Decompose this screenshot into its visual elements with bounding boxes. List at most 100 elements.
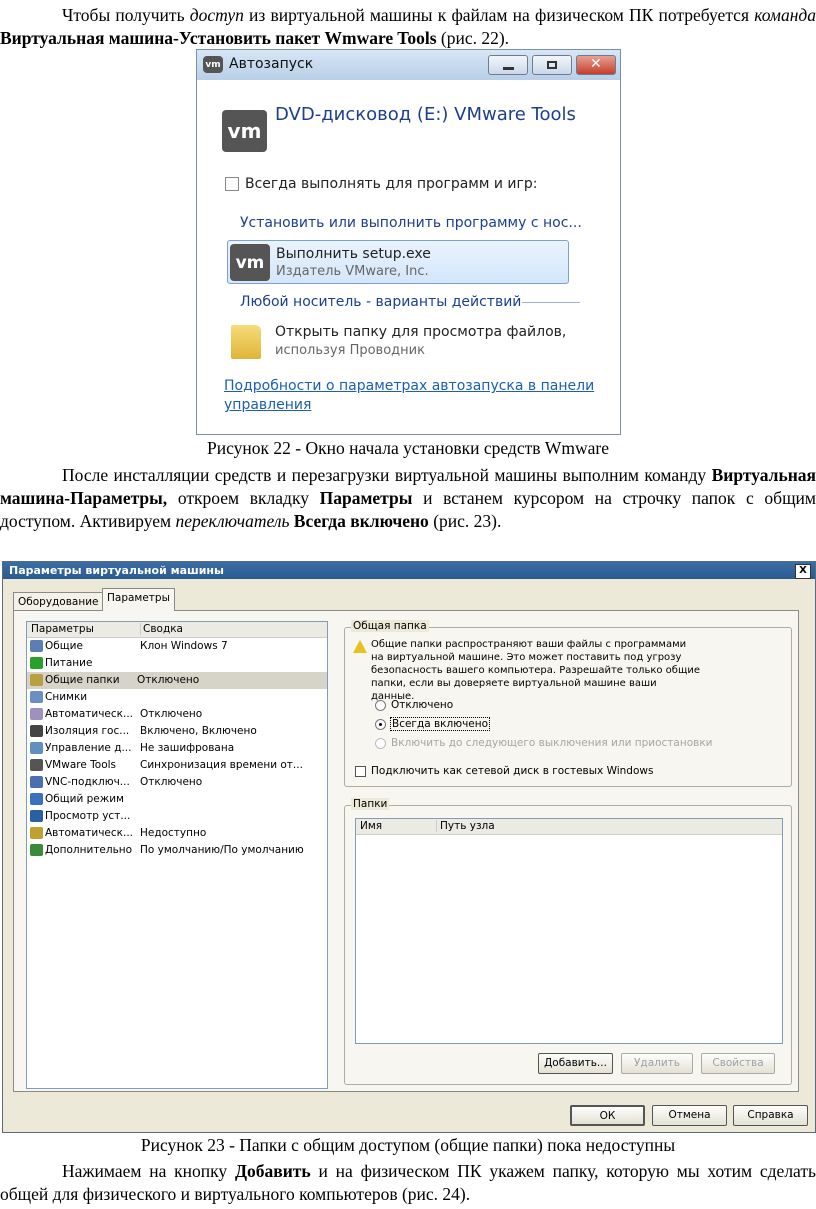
list-item[interactable]: Общие Клон Windows 7 <box>30 638 228 655</box>
row-icon <box>30 708 43 720</box>
intro-paragraph: Чтобы получить доступ из виртуальной маш… <box>0 4 816 50</box>
text-italic: команда <box>754 5 816 25</box>
details-link-line1: Подробности о параметрах автозапуска в п… <box>224 378 595 394</box>
row-summary: Клон Windows 7 <box>140 640 228 652</box>
list-header-params: Параметры <box>31 623 94 635</box>
row-icon <box>30 827 43 839</box>
row-summary: Не зашифрована <box>140 742 235 754</box>
figure-22-caption: Рисунок 22 - Окно начала установки средс… <box>206 438 610 458</box>
list-item[interactable]: Общий режим <box>30 791 124 808</box>
help-button[interactable]: Справка <box>733 1105 808 1126</box>
radio-until-poweroff <box>375 738 386 749</box>
row-summary: Недоступно <box>140 827 207 839</box>
row-name: Общие папки <box>45 674 120 686</box>
row-icon <box>30 776 43 788</box>
close-icon: X <box>799 565 807 576</box>
vmware-icon: vm <box>203 56 223 73</box>
text-run: После инсталляции средств и перезагрузки… <box>62 465 712 485</box>
row-name: Управление д... <box>45 742 132 754</box>
text-run: из виртуальной машины к файлам на физиче… <box>243 5 755 25</box>
row-name: VNC-подключ... <box>45 776 130 788</box>
list-item[interactable]: Изоляция гос... Включено, Включено <box>30 723 257 740</box>
list-header: Параметры Сводка <box>27 622 327 638</box>
options-tab-panel: Параметры Сводка Общие Клон Windows 7 Пита… <box>13 610 799 1092</box>
list-item[interactable]: Дополнительно По умолчанию/По умолчанию <box>30 842 304 859</box>
close-button[interactable]: ✕ <box>576 55 616 75</box>
folders-header-path: Путь узла <box>436 820 495 832</box>
row-icon <box>30 725 43 737</box>
folder-icon <box>231 325 261 359</box>
list-item[interactable]: Питание <box>30 655 92 672</box>
row-name: Просмотр уст... <box>45 810 131 822</box>
vmware-setup-icon: vm <box>230 244 270 281</box>
row-icon <box>30 844 43 856</box>
text-bold: Добавить <box>234 1161 311 1181</box>
row-icon <box>30 810 43 822</box>
ok-button[interactable]: ОК <box>570 1105 645 1126</box>
row-name: Общий режим <box>45 793 124 805</box>
folders-list[interactable]: Имя Путь узла <box>355 818 783 1044</box>
tab-options[interactable]: Параметры <box>102 588 175 611</box>
run-setup-publisher: Издатель VMware, Inc. <box>276 264 429 279</box>
radio-always-enabled[interactable] <box>375 719 386 730</box>
autoplay-title: Автозапуск <box>229 56 314 72</box>
any-media-header: Любой носитель - варианты действий <box>240 294 522 310</box>
run-setup-title: Выполнить setup.exe <box>276 246 431 262</box>
row-name: VMware Tools <box>45 759 117 771</box>
list-item[interactable]: Автоматическ... Недоступно <box>30 825 206 842</box>
dialog-close-button[interactable]: X <box>795 564 811 579</box>
shared-folder-group-label: Общая папка <box>351 620 429 632</box>
run-setup-option[interactable]: vm Выполнить setup.exe Издатель VMware, … <box>227 240 569 284</box>
open-folder-title: Открыть папку для просмотра файлов, <box>275 324 567 340</box>
maximize-button[interactable] <box>532 55 572 75</box>
install-section-header: Установить или выполнить программу с нос… <box>240 215 582 231</box>
row-icon <box>30 742 43 754</box>
vm-settings-dialog: Параметры виртуальной машины X Оборудова… <box>2 561 816 1133</box>
list-item[interactable]: Общие папки Отключено <box>27 672 327 689</box>
figure-23-caption: Рисунок 23 - Папки с общим доступом (общ… <box>140 1135 676 1155</box>
text-bold: Всегда включено <box>293 511 429 531</box>
text-bold: Параметры <box>319 488 413 508</box>
map-network-drive-checkbox[interactable] <box>355 766 366 777</box>
list-item[interactable]: Снимки <box>30 689 87 706</box>
autoplay-details-link[interactable]: Подробности о параметрах автозапуска в п… <box>224 378 604 413</box>
warning-icon <box>353 640 367 653</box>
section-divider <box>522 302 580 303</box>
list-item[interactable]: Просмотр уст... <box>30 808 130 825</box>
folders-header-name: Имя <box>360 820 383 832</box>
list-item[interactable]: VNC-подключ... Отключено <box>30 774 202 791</box>
row-icon <box>30 759 43 771</box>
folder-properties-button: Свойства <box>701 1053 775 1074</box>
text-italic: доступ <box>189 5 244 25</box>
row-name: Изоляция гос... <box>45 725 130 737</box>
radio-disabled[interactable] <box>375 700 386 711</box>
row-name: Общие <box>45 640 83 652</box>
text-run: Чтобы получить <box>62 5 190 25</box>
cancel-button[interactable]: Отмена <box>652 1105 727 1126</box>
tab-hardware[interactable]: Оборудование <box>13 592 104 610</box>
options-list[interactable]: Параметры Сводка Общие Клон Windows 7 Пита… <box>26 621 328 1089</box>
autoplay-titlebar: vm Автозапуск ✕ <box>197 50 620 80</box>
dialog-title: Параметры виртуальной машины <box>9 564 224 577</box>
row-summary: Отключено <box>140 708 203 720</box>
add-folder-button[interactable]: Добавить... <box>538 1053 613 1074</box>
list-item[interactable]: Автоматическ... Отключено <box>30 706 202 723</box>
list-item[interactable]: VMware Tools Синхронизация времени от... <box>30 757 303 774</box>
drive-label: DVD-дисковод (E:) VMware Tools <box>275 104 576 125</box>
row-name: Питание <box>45 657 93 669</box>
always-checkbox[interactable] <box>225 177 239 191</box>
minimize-button[interactable] <box>488 55 528 75</box>
text-run: откроем вкладку <box>167 488 320 508</box>
row-summary: Отключено <box>137 674 200 686</box>
radio-always-label: Всегда включено <box>390 717 491 731</box>
open-folder-option[interactable]: Открыть папку для просмотра файлов, испо… <box>269 322 569 362</box>
row-icon <box>30 657 43 669</box>
row-name: Автоматическ... <box>45 708 133 720</box>
radio-until-label: Включить до следующего выключения или пр… <box>391 737 713 749</box>
maximize-icon <box>547 61 557 69</box>
row-summary: По умолчанию/По умолчанию <box>140 844 304 856</box>
details-link-line2: управления <box>224 397 312 413</box>
list-item[interactable]: Управление д... Не зашифрована <box>30 740 234 757</box>
row-name: Автоматическ... <box>45 827 133 839</box>
list-header-summary: Сводка <box>140 623 183 635</box>
